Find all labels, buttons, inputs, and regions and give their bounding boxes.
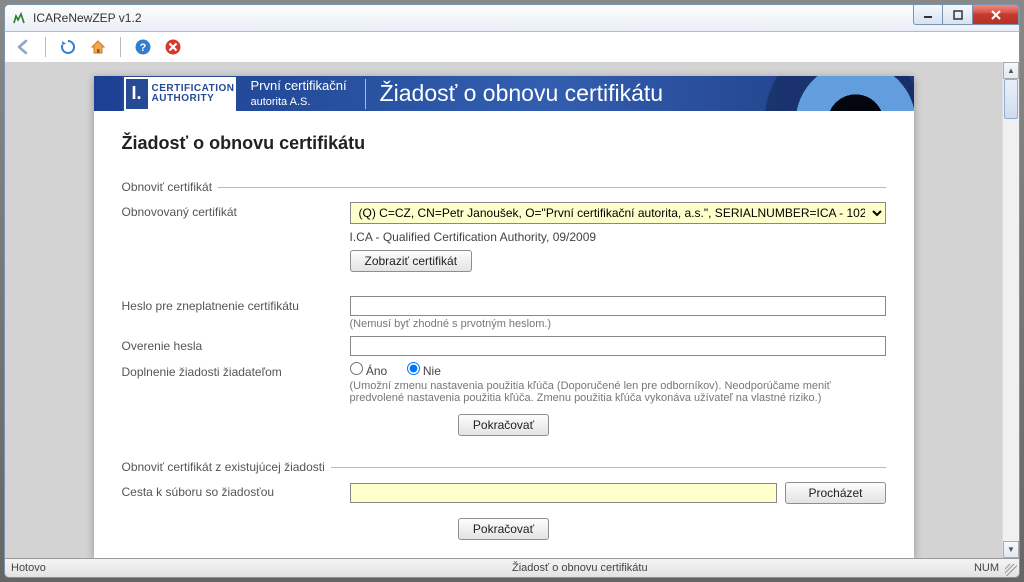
section-renew-legend: Obnoviť certifikát: [122, 180, 219, 194]
radio-no-label[interactable]: Nie: [407, 364, 441, 378]
continue-button-1[interactable]: Pokračovať: [458, 414, 549, 436]
label-password-confirm: Overenie hesla: [122, 336, 350, 353]
section-existing: Obnoviť certifikát z existujúcej žiadost…: [122, 460, 886, 554]
radio-yes[interactable]: [350, 362, 363, 375]
scroll-up-icon[interactable]: ▲: [1003, 62, 1019, 79]
logo-bottom: AUTHORITY: [152, 94, 235, 104]
scroll-area: I. CERTIFICATION AUTHORITY První certifi…: [5, 62, 1002, 558]
extend-hint: (Umožní zmenu nastavenia použitia kľúča …: [350, 380, 886, 404]
app-icon: [11, 10, 27, 26]
minimize-button[interactable]: [913, 5, 943, 25]
password-input[interactable]: [350, 296, 886, 316]
ca-info-line: I.CA - Qualified Certification Authority…: [350, 230, 886, 244]
label-extend: Doplnenie žiadosti žiadateľom: [122, 362, 350, 379]
back-button[interactable]: [11, 35, 35, 59]
radio-no[interactable]: [407, 362, 420, 375]
ca-logo: I. CERTIFICATION AUTHORITY: [122, 76, 239, 111]
label-cert: Obnovovaný certifikát: [122, 202, 350, 219]
section-existing-legend: Obnoviť certifikát z existujúcej žiadost…: [122, 460, 331, 474]
status-center: Žiadosť o obnovu certifikátu: [512, 562, 648, 574]
toolbar-separator: [45, 37, 46, 57]
window-title: ICAReNewZEP v1.2: [33, 11, 142, 25]
show-cert-button[interactable]: Zobraziť certifikát: [350, 250, 473, 272]
section-renew: Obnoviť certifikát Obnovovaný certifikát…: [122, 180, 886, 456]
status-left: Hotovo: [5, 562, 46, 574]
svg-text:?: ?: [140, 42, 147, 54]
label-password: Heslo pre zneplatnenie certifikátu: [122, 296, 350, 313]
titlebar: ICAReNewZEP v1.2: [4, 4, 1020, 32]
label-filepath: Cesta k súboru so žiadosťou: [122, 482, 350, 499]
resize-grip-icon[interactable]: [1005, 564, 1017, 576]
page-title: Žiadosť o obnovu certifikátu: [122, 133, 886, 154]
scroll-down-icon[interactable]: ▼: [1003, 541, 1019, 558]
window-outer: ICAReNewZEP v1.2 ?: [0, 0, 1024, 582]
home-button[interactable]: [86, 35, 110, 59]
status-num: NUM: [974, 562, 999, 574]
logo-top: CERTIFICATION: [152, 84, 235, 94]
vertical-scrollbar[interactable]: ▲ ▼: [1002, 62, 1019, 558]
banner: I. CERTIFICATION AUTHORITY První certifi…: [94, 76, 914, 111]
form-area: Žiadosť o obnovu certifikátu Obnoviť cer…: [94, 111, 914, 558]
banner-subtitle: První certifikační autorita A.S.: [250, 78, 346, 110]
refresh-button[interactable]: [56, 35, 80, 59]
close-button[interactable]: [973, 5, 1019, 25]
password-confirm-input[interactable]: [350, 336, 886, 356]
banner-divider: [365, 79, 366, 109]
maximize-button[interactable]: [943, 5, 973, 25]
scroll-thumb[interactable]: [1004, 79, 1018, 119]
cancel-icon-button[interactable]: [161, 35, 185, 59]
filepath-input[interactable]: [350, 483, 778, 503]
toolbar: ?: [4, 32, 1020, 62]
continue-button-2[interactable]: Pokračovať: [458, 518, 549, 540]
password-hint: (Nemusí byť zhodné s prvotným heslom.): [350, 318, 886, 330]
eye-decoration: [744, 76, 914, 111]
banner-heading: Žiadosť o obnovu certifikátu: [380, 80, 664, 107]
content-frame: I. CERTIFICATION AUTHORITY První certifi…: [4, 62, 1020, 558]
radio-yes-label[interactable]: Áno: [350, 364, 388, 378]
cert-dropdown[interactable]: (Q) C=CZ, CN=Petr Janoušek, O="První cer…: [350, 202, 886, 224]
toolbar-separator: [120, 37, 121, 57]
statusbar: Hotovo Žiadosť o obnovu certifikátu NUM: [4, 558, 1020, 578]
help-button[interactable]: ?: [131, 35, 155, 59]
browse-button[interactable]: Procházet: [785, 482, 885, 504]
page: I. CERTIFICATION AUTHORITY První certifi…: [94, 76, 914, 558]
